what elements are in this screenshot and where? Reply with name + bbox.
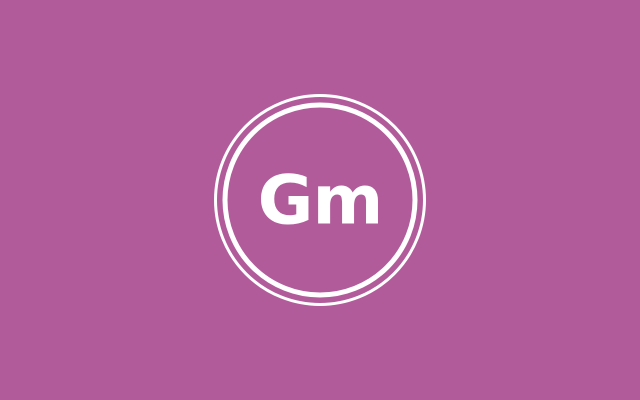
logo-graphic: Gm [214,94,426,306]
logo-emblem: Gm [213,93,427,307]
logo-text: Gm [258,162,383,241]
